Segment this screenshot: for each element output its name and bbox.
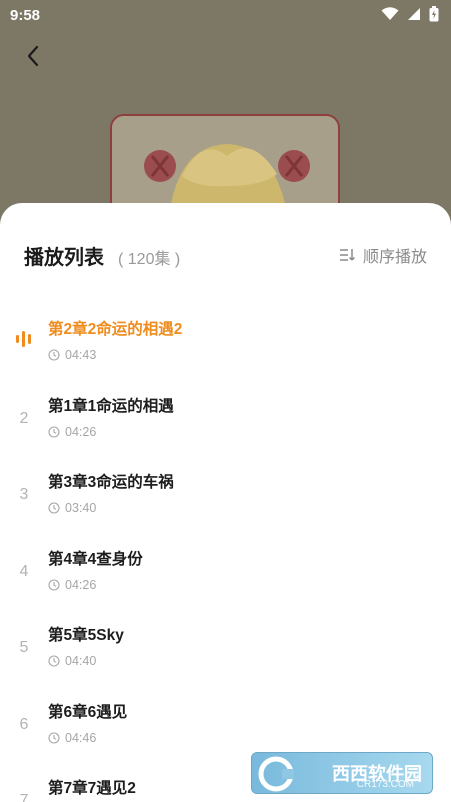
episode-index: 7 bbox=[19, 792, 29, 802]
now-playing-icon bbox=[16, 331, 31, 347]
clock-icon bbox=[48, 655, 60, 667]
episode-index: 3 bbox=[19, 486, 29, 503]
episode-index: 4 bbox=[19, 562, 29, 580]
episode-duration-text: 03:40 bbox=[65, 501, 97, 515]
episode-index: 5 bbox=[19, 639, 29, 656]
episode-duration-text: 04:40 bbox=[65, 654, 97, 668]
clock-icon bbox=[48, 349, 60, 361]
sequential-order-icon bbox=[339, 249, 356, 261]
episode-duration-text: 04:26 bbox=[65, 577, 97, 592]
episode-item[interactable]: 4 第4章4查身份 04:26 bbox=[0, 533, 451, 610]
signal-icon bbox=[408, 8, 420, 20]
episode-duration-text: 04:43 bbox=[65, 348, 97, 362]
episode-duration: 04:43 bbox=[48, 348, 96, 362]
episode-duration-text: 04:46 bbox=[65, 730, 97, 745]
episode-index: 2 bbox=[19, 409, 29, 427]
episode-title: 第1章1命运的相遇 bbox=[48, 397, 174, 415]
episode-duration: 04:40 bbox=[48, 654, 96, 668]
episode-duration: 04:26 bbox=[48, 578, 96, 592]
status-icons bbox=[381, 6, 439, 22]
playlist-count: ( 120集 ) bbox=[118, 251, 181, 268]
status-time: 9:58 bbox=[10, 7, 41, 24]
chevron-left-icon bbox=[27, 45, 39, 67]
episode-title: 第2章2命运的相遇2 bbox=[48, 321, 183, 338]
play-order-label: 顺序播放 bbox=[362, 249, 427, 266]
watermark-c-icon bbox=[258, 756, 294, 792]
episode-index: 6 bbox=[19, 715, 29, 733]
episode-title: 第4章4查身份 bbox=[48, 550, 143, 568]
episode-duration-text: 04:26 bbox=[65, 424, 97, 439]
episode-item[interactable]: 6 第6章6遇见 04:46 bbox=[0, 686, 451, 763]
playlist-title: 播放列表 bbox=[24, 247, 104, 269]
episode-title: 第6章6遇见 bbox=[48, 703, 128, 721]
episode-item[interactable]: 5 第5章5Sky 04:40 bbox=[0, 609, 451, 686]
episode-title: 第5章5Sky bbox=[48, 627, 124, 644]
watermark-url: CR173.COM bbox=[356, 779, 414, 790]
clock-icon bbox=[48, 425, 60, 438]
battery-icon bbox=[429, 6, 439, 22]
playlist-header: 播放列表 ( 120集 ) 顺序播放 bbox=[0, 203, 451, 303]
episode-item[interactable]: 2 第1章1命运的相遇 04:26 bbox=[0, 380, 451, 457]
clock-icon bbox=[48, 731, 60, 744]
episode-title: 第3章3命运的车祸 bbox=[48, 474, 174, 491]
episode-duration: 04:46 bbox=[48, 731, 96, 745]
clock-icon bbox=[48, 502, 60, 514]
episode-title: 第7章7遇见2 bbox=[48, 780, 136, 797]
watermark-logo: 西西软件园 CR173.COM bbox=[251, 752, 433, 794]
episode-item[interactable]: 3 第3章3命运的车祸 03:40 bbox=[0, 456, 451, 533]
wifi-icon bbox=[381, 7, 399, 20]
back-button[interactable] bbox=[18, 40, 48, 72]
play-order-button[interactable]: 顺序播放 bbox=[339, 243, 427, 267]
episode-duration: 04:26 bbox=[48, 425, 96, 439]
episode-duration: 03:40 bbox=[48, 501, 96, 515]
clock-icon bbox=[48, 578, 60, 591]
episode-item[interactable]: 第2章2命运的相遇2 04:43 bbox=[0, 303, 451, 380]
episode-list: 第2章2命运的相遇2 04:43 2 第1章1命运的相遇 04:26 3 第3章3命运的车祸… bbox=[0, 303, 451, 802]
status-bar: 9:58 bbox=[0, 0, 451, 30]
playlist-sheet: 播放列表 ( 120集 ) 顺序播放 第2章2命运的相遇2 04:43 2 第1章1命… bbox=[0, 203, 451, 802]
